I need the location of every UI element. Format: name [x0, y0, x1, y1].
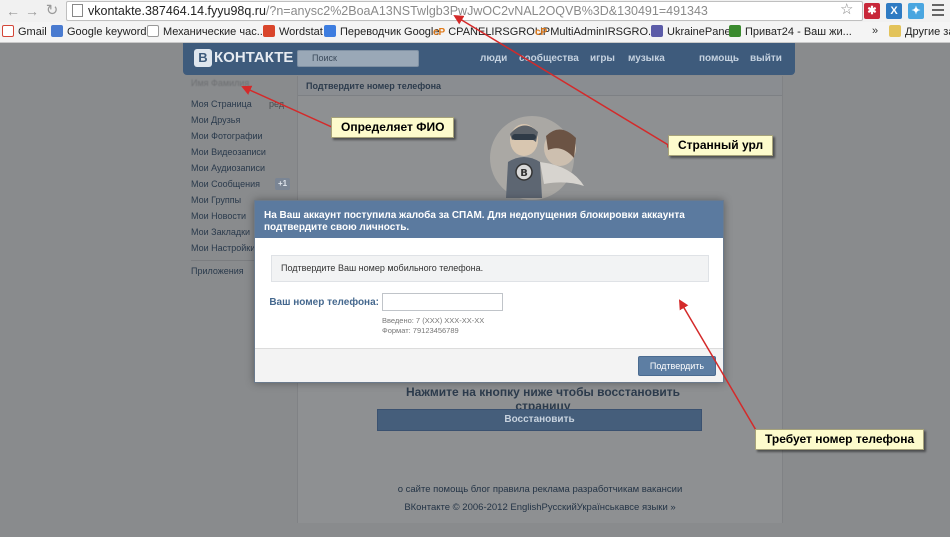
- vk-logo-icon: В: [194, 49, 212, 67]
- url-host: vkontakte.387464.14.fyyu98q.ru: [88, 4, 266, 18]
- menu-videos[interactable]: Мои Видеозаписи: [191, 147, 266, 158]
- extension-cyan-icon[interactable]: ✦: [908, 3, 924, 19]
- menu-bookmarks[interactable]: Мои Закладки: [191, 227, 250, 238]
- confirm-button[interactable]: Подтвердить: [638, 356, 716, 376]
- phone-verification-dialog: На Ваш аккаунт поступила жалоба за СПАМ.…: [254, 200, 724, 383]
- gmail-icon: [2, 25, 14, 37]
- footer-copyright: ВКонтакте © 2006-2012 EnglishРусскийУкра…: [404, 502, 676, 513]
- content-title: Подтвердите номер телефона: [306, 81, 442, 91]
- menu-settings[interactable]: Мои Настройки: [191, 243, 255, 254]
- translate-icon: [324, 25, 336, 37]
- page-icon: [147, 25, 159, 37]
- bookmarks-bar: Gmail Google keywords Механические час..…: [0, 22, 950, 43]
- nav-people[interactable]: люди: [480, 53, 507, 65]
- menu-friends[interactable]: Мои Друзья: [191, 115, 240, 126]
- extension-red-icon[interactable]: ✱: [864, 3, 880, 19]
- reload-icon[interactable]: ↻: [44, 3, 60, 19]
- menu-apps[interactable]: Приложения: [191, 266, 244, 277]
- nav-communities[interactable]: сообщества: [519, 53, 579, 65]
- ukrainepanel-icon: [651, 25, 663, 37]
- phone-hint-entered: Введено: 7 (XXX) XXX-XX-XX: [382, 316, 485, 325]
- bookmark-ukrainepanel[interactable]: UkrainePanel: [651, 25, 733, 39]
- google-icon: [51, 25, 63, 37]
- bookmark-star-icon[interactable]: ☆: [840, 2, 853, 18]
- phone-label: Ваш номер телефона:: [269, 297, 379, 308]
- mascot-illustration: B: [490, 116, 584, 200]
- bookmark-mechanical-watches[interactable]: Механические час...: [147, 25, 266, 39]
- address-bar[interactable]: vkontakte.387464.14.fyyu98q.ru/?n=anysc2…: [66, 1, 863, 21]
- phone-hint-format: Формат: 79123456789: [382, 326, 459, 335]
- bookmark-wordstat[interactable]: Wordstat: [263, 25, 323, 39]
- bookmark-cpanel-irsgroup[interactable]: cP CPANELIRSGROUP: [433, 25, 550, 39]
- privat24-icon: [729, 25, 741, 37]
- content-header: Подтвердите номер телефона: [298, 76, 782, 96]
- dialog-title: На Ваш аккаунт поступила жалоба за СПАМ.…: [255, 201, 723, 238]
- svg-text:B: B: [520, 168, 528, 179]
- dialog-footer: Подтвердить: [255, 348, 723, 382]
- bookmark-gmail[interactable]: Gmail: [2, 25, 47, 39]
- bookmark-google-translate[interactable]: Переводчик Google: [324, 25, 440, 39]
- vk-header: В КОНТАКТЕ Поиск люди сообщества игры муз…: [183, 43, 795, 75]
- nav-help[interactable]: помощь: [699, 53, 739, 65]
- menu-edit-link[interactable]: ред.: [269, 99, 287, 110]
- vk-logo[interactable]: В КОНТАКТЕ: [194, 48, 293, 68]
- phone-input[interactable]: [382, 293, 503, 311]
- messages-badge: +1: [275, 178, 290, 190]
- other-bookmarks[interactable]: Другие закладки: [889, 25, 950, 39]
- back-icon[interactable]: ←: [5, 3, 21, 19]
- bookmarks-overflow-chevron[interactable]: »: [872, 25, 878, 37]
- callout-url: Странный урл: [668, 135, 774, 156]
- wordstat-icon: [263, 25, 275, 37]
- page-icon: [72, 4, 83, 17]
- cpanel-icon: cP: [433, 27, 446, 38]
- menu-audio[interactable]: Мои Аудиозаписи: [191, 163, 265, 174]
- chrome-menu-icon[interactable]: [932, 4, 944, 19]
- menu-my-page[interactable]: Моя Страница: [191, 99, 252, 110]
- menu-groups[interactable]: Мои Группы: [191, 195, 241, 206]
- url-path: /?n=anysc2%2BoaA13NSTwlgb3PwJwOC2vNAL2OQ…: [265, 4, 708, 18]
- callout-fio: Определяет ФИО: [331, 117, 455, 138]
- footer-links[interactable]: о сайте помощь блог правила реклама разр…: [297, 484, 783, 495]
- nav-games[interactable]: игры: [590, 53, 615, 65]
- forward-icon[interactable]: →: [24, 3, 40, 19]
- nav-music[interactable]: музыка: [628, 53, 665, 65]
- cpanel-icon: cP: [535, 27, 548, 38]
- folder-icon: [889, 25, 901, 37]
- menu-news[interactable]: Мои Новости: [191, 211, 246, 222]
- bookmark-google-keywords[interactable]: Google keywords: [51, 25, 152, 39]
- user-name-blurred: Имя Фамилия: [191, 78, 250, 88]
- bookmark-multiadmin[interactable]: cP MultiAdminIRSGRO...: [535, 25, 657, 39]
- menu-messages[interactable]: Мои Сообщения: [191, 179, 260, 190]
- menu-photos[interactable]: Мои Фотографии: [191, 131, 263, 142]
- dialog-info-box: Подтвердите Ваш номер мобильного телефон…: [271, 255, 709, 282]
- extension-blue-x-icon[interactable]: X: [886, 3, 902, 19]
- callout-phone: Требует номер телефона: [755, 429, 925, 450]
- nav-logout[interactable]: выйти: [750, 53, 782, 65]
- bookmark-privat24[interactable]: Приват24 - Ваш жи...: [729, 25, 852, 39]
- browser-toolbar: ← → ↻ vkontakte.387464.14.fyyu98q.ru/?n=…: [0, 0, 950, 22]
- vk-search-input[interactable]: Поиск: [297, 50, 419, 67]
- restore-button[interactable]: Восстановить: [377, 409, 702, 431]
